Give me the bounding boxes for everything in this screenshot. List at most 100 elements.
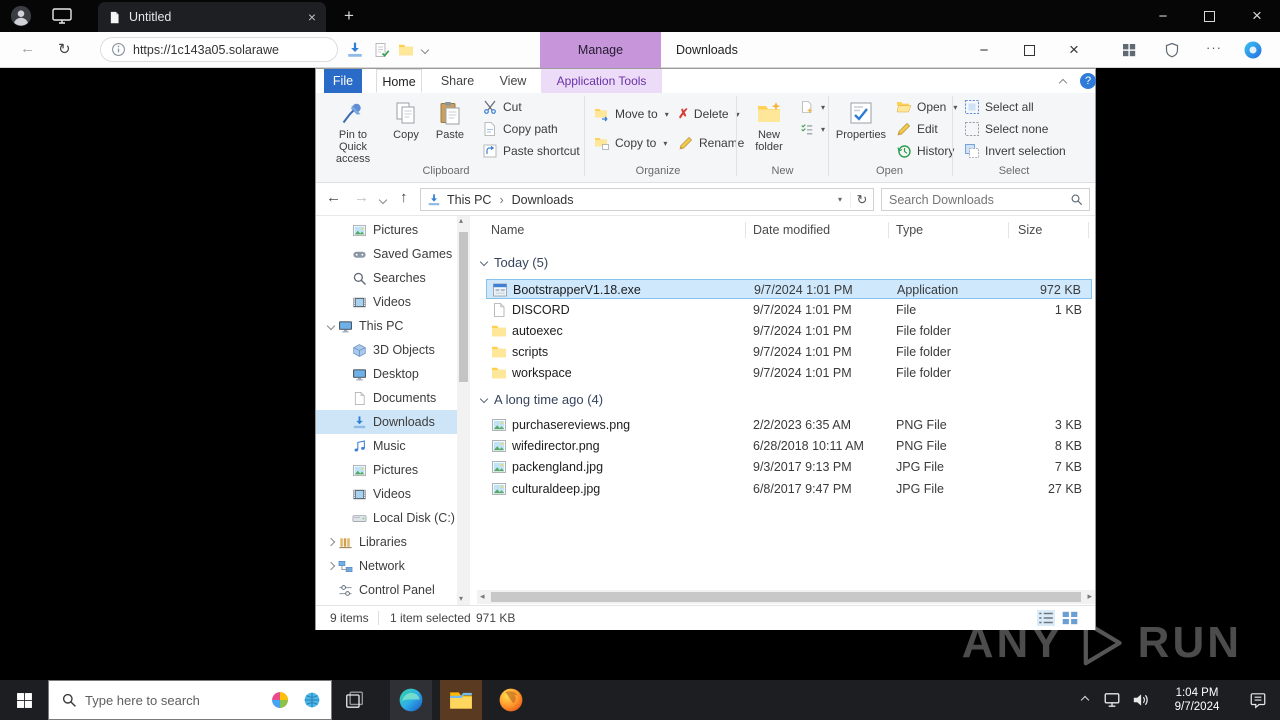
scroll-up-icon[interactable]: ▴ [459, 216, 463, 225]
file-row[interactable]: scripts 9/7/2024 1:01 PM File folder [486, 342, 1092, 362]
nav-item-videos-pc[interactable]: Videos [316, 482, 457, 506]
address-dropdown-icon[interactable]: ▾ [830, 195, 850, 204]
browser-minimize-button[interactable]: − [1146, 0, 1180, 32]
interests-icon[interactable] [271, 691, 289, 709]
ribbon-collapse-icon[interactable] [1058, 78, 1068, 88]
group-collapse-icon[interactable] [479, 394, 489, 404]
explorer-minimize-button[interactable]: − [968, 32, 1000, 68]
new-folder-button[interactable]: New folder [744, 97, 794, 161]
file-row[interactable]: wifedirector.png 6/28/2018 10:11 AM PNG … [486, 436, 1092, 456]
delete-button[interactable]: ✗ Delete ▾ [678, 104, 740, 124]
up-button[interactable]: ↑ [400, 189, 408, 206]
help-button[interactable]: ? [1080, 73, 1096, 89]
nav-item-videos[interactable]: Videos [316, 290, 457, 314]
select-all-button[interactable]: Select all [964, 97, 1034, 117]
invert-selection-button[interactable]: Invert selection [964, 141, 1066, 161]
tab-close-icon[interactable]: × [308, 9, 316, 25]
paste-button[interactable]: Paste [428, 97, 472, 161]
profile-icon[interactable] [10, 5, 32, 27]
url-box[interactable]: https://1c143a05.solarawe [100, 37, 338, 62]
file-row[interactable]: packengland.jpg 9/3/2017 9:13 PM JPG Fil… [486, 457, 1092, 477]
expand-icon[interactable] [326, 321, 336, 331]
folder-shortcut-icon[interactable] [398, 42, 414, 58]
pin-to-quick-access-button[interactable]: Pin to Quick access [324, 97, 382, 165]
taskbar-clock[interactable]: 1:04 PM 9/7/2024 [1154, 686, 1240, 714]
group-header-long-ago[interactable]: A long time ago (4) [479, 389, 603, 409]
column-header-date[interactable]: Date modified [753, 219, 830, 241]
select-none-button[interactable]: Select none [964, 119, 1048, 139]
new-item-button[interactable]: ▾ [800, 97, 825, 117]
nav-item-documents[interactable]: Documents [316, 386, 457, 410]
file-row[interactable]: purchasereviews.png 2/2/2023 6:35 AM PNG… [486, 415, 1092, 435]
tray-expand-button[interactable] [1072, 680, 1098, 720]
nav-item-local-disk-c[interactable]: Local Disk (C:) [316, 506, 457, 530]
tab-home[interactable]: Home [376, 69, 422, 93]
explorer-close-button[interactable]: × [1058, 32, 1090, 68]
browser-tab[interactable]: Untitled × [98, 2, 326, 32]
file-row[interactable]: workspace 9/7/2024 1:01 PM File folder [486, 363, 1092, 383]
open-button[interactable]: Open ▾ [896, 97, 957, 117]
nav-item-pictures[interactable]: Pictures [316, 218, 457, 242]
nav-scrollbar[interactable]: ▴ ▾ [457, 216, 470, 605]
taskbar-firefox-button[interactable] [490, 680, 532, 720]
file-row[interactable]: DISCORD 9/7/2024 1:01 PM File 1 KB [486, 300, 1092, 320]
taskbar-edge-button[interactable] [390, 680, 432, 720]
collapse-icon[interactable] [326, 537, 336, 547]
nav-item-pictures-pc[interactable]: Pictures [316, 458, 457, 482]
properties-button[interactable]: Properties [834, 97, 888, 161]
forward-button[interactable]: → [354, 189, 369, 206]
refresh-address-icon[interactable]: ↻ [850, 191, 873, 208]
easy-access-button[interactable]: ▾ [800, 119, 825, 139]
nav-item-3d-objects[interactable]: 3D Objects [316, 338, 457, 362]
horizontal-scrollbar[interactable]: ◂ ▸ [477, 590, 1095, 604]
copilot-icon[interactable] [1243, 40, 1263, 60]
nav-item-network[interactable]: Network [316, 554, 457, 578]
tab-share[interactable]: Share [435, 69, 480, 93]
column-header-size[interactable]: Size [1018, 219, 1042, 241]
start-button[interactable] [0, 680, 48, 720]
group-header-today[interactable]: Today (5) [479, 252, 548, 272]
nav-item-searches[interactable]: Searches [316, 266, 457, 290]
search-box[interactable] [881, 188, 1090, 211]
file-row[interactable]: BootstrapperV1.18.exe 9/7/2024 1:01 PM A… [486, 279, 1092, 299]
copy-path-button[interactable]: Copy path [482, 119, 558, 139]
rename-button[interactable]: Rename [678, 133, 744, 153]
search-icon[interactable] [1070, 193, 1083, 206]
column-header-type[interactable]: Type [896, 219, 923, 241]
globe-icon[interactable] [303, 691, 321, 709]
tab-view[interactable]: View [491, 69, 535, 93]
back-icon[interactable]: ← [20, 40, 35, 57]
nav-item-music[interactable]: Music [316, 434, 457, 458]
column-header-name[interactable]: Name [491, 219, 524, 241]
explorer-maximize-button[interactable] [1013, 32, 1045, 68]
file-row[interactable]: autoexec 9/7/2024 1:01 PM File folder [486, 321, 1092, 341]
collapse-icon[interactable] [326, 561, 336, 571]
tab-application-tools[interactable]: Application Tools [541, 69, 662, 93]
nav-item-downloads[interactable]: Downloads [316, 410, 457, 434]
more-options-icon[interactable]: ··· [1206, 40, 1222, 55]
browser-maximize-button[interactable] [1192, 0, 1226, 32]
scroll-right-icon[interactable]: ▸ [1087, 591, 1092, 602]
search-input[interactable] [882, 192, 1070, 207]
browser-close-button[interactable]: × [1240, 0, 1274, 32]
cut-button[interactable]: Cut [482, 97, 522, 117]
download-icon[interactable] [346, 41, 364, 59]
scroll-left-icon[interactable]: ◂ [480, 591, 485, 602]
volume-tray-button[interactable] [1126, 680, 1154, 720]
back-button[interactable]: ← [326, 189, 341, 206]
breadcrumb-this-pc[interactable]: This PC [447, 193, 491, 207]
move-to-button[interactable]: Move to ▾ [594, 104, 669, 124]
action-center-button[interactable] [1240, 680, 1276, 720]
large-icons-view-button[interactable] [1061, 610, 1079, 626]
group-collapse-icon[interactable] [479, 257, 489, 267]
copy-button[interactable]: Copy [386, 97, 426, 161]
new-tab-button[interactable]: + [332, 0, 366, 32]
history-button[interactable]: History [896, 141, 954, 161]
nav-item-control-panel[interactable]: Control Panel [316, 578, 457, 602]
address-bar[interactable]: This PC › Downloads ▾ ↻ [420, 188, 874, 211]
nav-item-saved-games[interactable]: Saved Games [316, 242, 457, 266]
display-icon[interactable] [52, 8, 72, 24]
toolbar-chevron-icon[interactable] [420, 45, 430, 55]
shield-icon[interactable] [1164, 42, 1180, 58]
file-row[interactable]: culturaldeep.jpg 6/8/2017 9:47 PM JPG Fi… [486, 479, 1092, 499]
